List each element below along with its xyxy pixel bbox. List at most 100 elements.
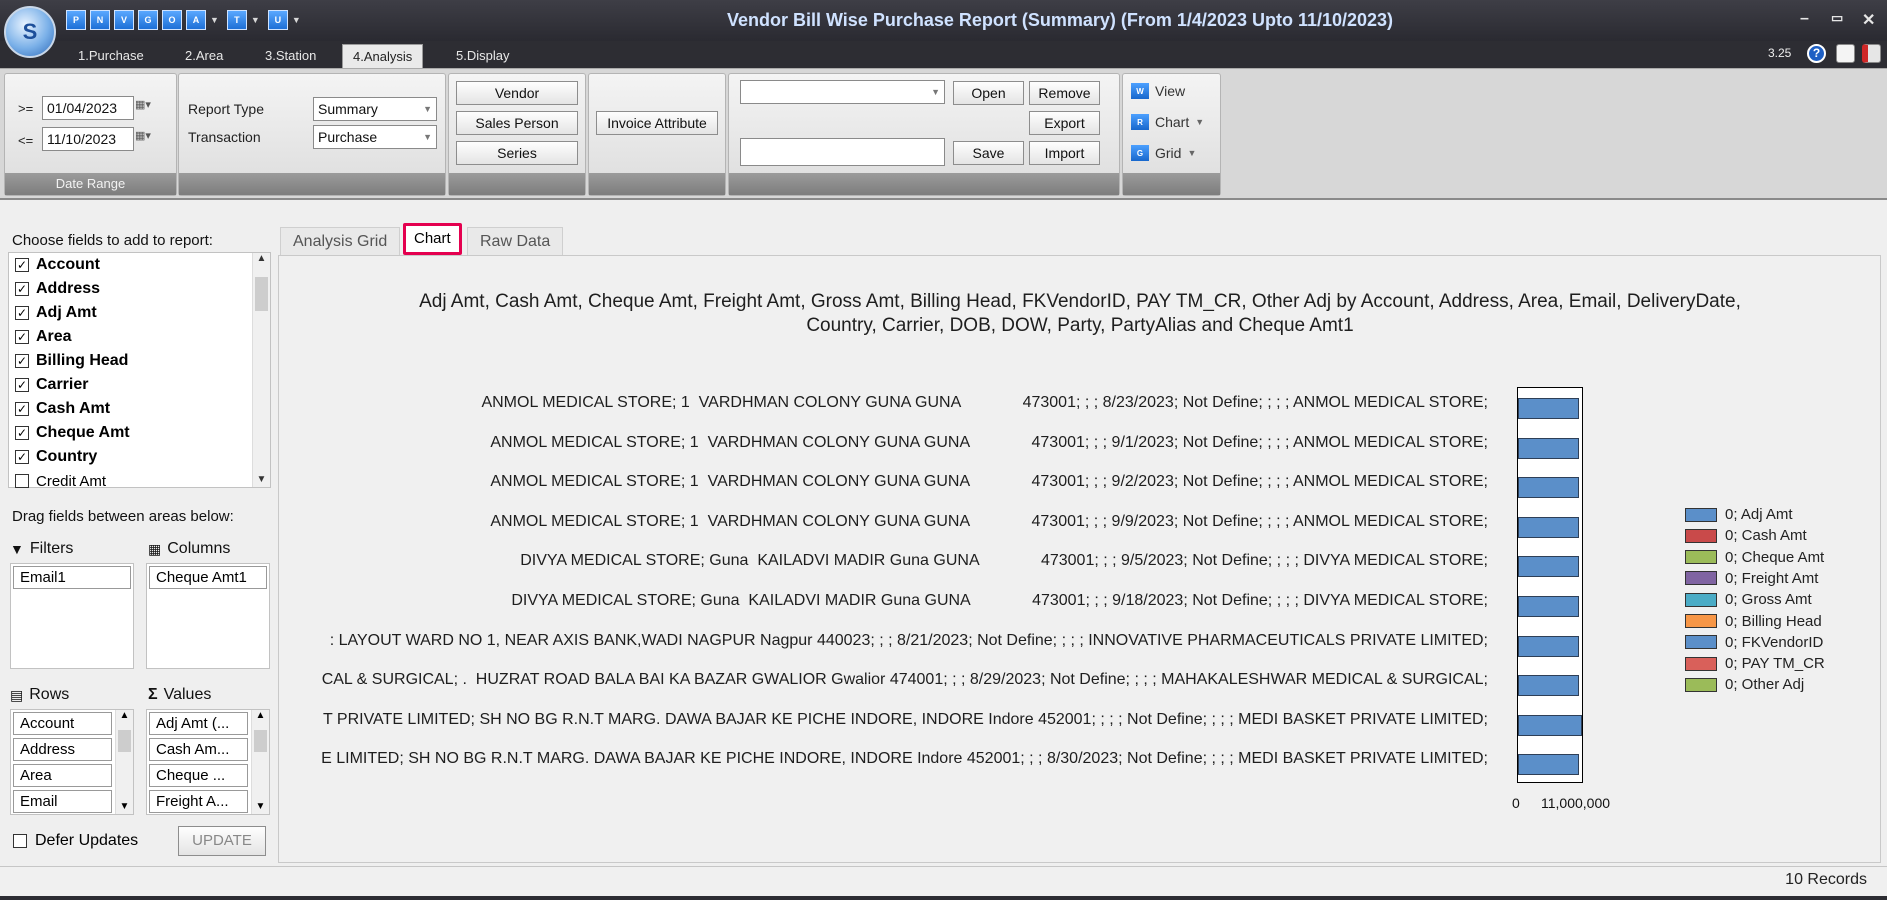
values-label: Values [163, 686, 212, 703]
checked-checkbox-icon[interactable]: ✓ [15, 258, 29, 272]
category-label: E LIMITED; SH NO BG R.N.T MARG. DAWA BAJ… [321, 750, 1488, 768]
row-chip[interactable]: Area [13, 764, 112, 787]
tab-area[interactable]: 2.Area [175, 44, 233, 68]
field-item[interactable]: ✓ Cash Amt [9, 397, 254, 421]
chevron-down-icon[interactable]: ▼ [253, 474, 270, 485]
chevron-down-icon[interactable]: ▼ [252, 801, 269, 812]
rows-scrollbar[interactable]: ▲ ▼ [115, 710, 133, 814]
remove-button[interactable]: Remove [1029, 81, 1100, 105]
quick-access-n-icon[interactable]: N [90, 10, 110, 30]
tab-analysis-grid[interactable]: Analysis Grid [280, 227, 401, 256]
checked-checkbox-icon[interactable]: ✓ [15, 306, 29, 320]
chevron-up-icon[interactable]: ▲ [116, 710, 133, 721]
invoice-attribute-button[interactable]: Invoice Attribute [596, 111, 718, 135]
checked-checkbox-icon[interactable]: ✓ [15, 282, 29, 296]
tab-chart[interactable]: Chart [403, 223, 462, 255]
open-button[interactable]: Open [953, 81, 1024, 105]
field-item[interactable]: ✓ Country [9, 445, 254, 469]
row-chip[interactable]: Account [13, 712, 112, 735]
defer-updates-checkbox[interactable]: Defer Updates [13, 832, 138, 850]
tab-station[interactable]: 3.Station [255, 44, 326, 68]
series-button[interactable]: Series [456, 141, 578, 165]
quick-access-p-icon[interactable]: P [66, 10, 86, 30]
document-icon[interactable] [1836, 44, 1855, 63]
scroll-thumb[interactable] [118, 730, 131, 752]
filters-area[interactable]: Email1 [10, 563, 134, 669]
chevron-down-icon[interactable]: ▼ [292, 15, 301, 25]
layout-select[interactable]: ▼ [740, 80, 945, 104]
checkbox-icon[interactable] [15, 474, 29, 488]
close-button[interactable]: ✕ [1862, 10, 1875, 30]
calendar-icon[interactable]: ▦▾ [135, 129, 161, 149]
checked-checkbox-icon[interactable]: ✓ [15, 378, 29, 392]
save-button[interactable]: Save [953, 141, 1024, 165]
column-chip[interactable]: Cheque Amt1 [149, 566, 267, 589]
checked-checkbox-icon[interactable]: ✓ [15, 354, 29, 368]
export-button[interactable]: Export [1029, 111, 1100, 135]
quick-access-g-icon[interactable]: G [138, 10, 158, 30]
chart-bar [1518, 398, 1580, 419]
checked-checkbox-icon[interactable]: ✓ [15, 426, 29, 440]
value-chip[interactable]: Adj Amt (... [149, 712, 248, 735]
field-item[interactable]: ✓ Billing Head [9, 349, 254, 373]
app-logo-icon[interactable]: S [4, 6, 56, 58]
pdf-icon[interactable] [1862, 44, 1881, 63]
sales-person-button[interactable]: Sales Person [456, 111, 578, 135]
vendor-button[interactable]: Vendor [456, 81, 578, 105]
update-button[interactable]: UPDATE [178, 826, 266, 856]
tab-analysis[interactable]: 4.Analysis [342, 44, 424, 68]
layout-name-input[interactable] [740, 138, 945, 166]
to-date-field[interactable]: 11/10/2023 [42, 127, 134, 151]
minimize-button[interactable]: – [1800, 10, 1809, 28]
field-item[interactable]: ✓ Adj Amt [9, 301, 254, 325]
grid-button[interactable]: G Grid ▼ [1131, 145, 1196, 161]
columns-area[interactable]: Cheque Amt1 [146, 563, 270, 669]
quick-access-t-icon[interactable]: T [226, 10, 247, 30]
import-button[interactable]: Import [1029, 141, 1100, 165]
tab-raw-data[interactable]: Raw Data [467, 227, 564, 256]
chevron-down-icon[interactable]: ▼ [251, 15, 260, 25]
grid-icon: G [1131, 145, 1149, 161]
values-scrollbar[interactable]: ▲ ▼ [251, 710, 269, 814]
value-chip[interactable]: Freight A... [149, 790, 248, 813]
transaction-select[interactable]: Purchase ▼ [313, 125, 437, 149]
view-button[interactable]: W View [1131, 83, 1185, 99]
chevron-down-icon[interactable]: ▼ [116, 801, 133, 812]
quick-access-a-icon[interactable]: A [186, 10, 206, 30]
field-item[interactable]: ✓ Account [9, 253, 254, 277]
checked-checkbox-icon[interactable]: ✓ [15, 450, 29, 464]
field-list-scrollbar[interactable]: ▲ ▼ [252, 253, 270, 487]
row-chip[interactable]: Email [13, 790, 112, 813]
calendar-icon[interactable]: ▦▾ [135, 98, 161, 118]
from-date-field[interactable]: 01/04/2023 [42, 96, 134, 120]
filter-chip[interactable]: Email1 [13, 566, 131, 589]
field-item[interactable]: ✓ Address [9, 277, 254, 301]
scroll-thumb[interactable] [255, 277, 268, 311]
field-list[interactable]: ✓ Account ✓ Address ✓ Adj Amt ✓ Area ✓ Billing He… [8, 252, 271, 490]
tab-purchase[interactable]: 1.Purchase [68, 44, 154, 68]
checked-checkbox-icon[interactable]: ✓ [15, 330, 29, 344]
chevron-up-icon[interactable]: ▲ [253, 253, 270, 264]
quick-access-u-icon[interactable]: U [267, 10, 288, 30]
restore-button[interactable]: ▭ [1831, 10, 1843, 26]
scroll-thumb[interactable] [254, 730, 267, 752]
checked-checkbox-icon[interactable]: ✓ [15, 402, 29, 416]
field-item[interactable]: ✓ Cheque Amt [9, 421, 254, 445]
field-item[interactable]: Credit Amt [9, 469, 254, 493]
chevron-up-icon[interactable]: ▲ [252, 710, 269, 721]
filters-label: Filters [29, 540, 74, 557]
chevron-down-icon[interactable]: ▼ [210, 15, 219, 25]
quick-access-o-icon[interactable]: O [162, 10, 182, 30]
rows-area[interactable]: Account Address Area Email ▲ ▼ [10, 709, 134, 815]
values-area[interactable]: Adj Amt (... Cash Am... Cheque ... Freig… [146, 709, 270, 815]
tab-display[interactable]: 5.Display [446, 44, 519, 68]
field-item[interactable]: ✓ Carrier [9, 373, 254, 397]
field-item[interactable]: ✓ Area [9, 325, 254, 349]
chart-button[interactable]: R Chart ▼ [1131, 114, 1204, 130]
row-chip[interactable]: Address [13, 738, 112, 761]
quick-access-v-icon[interactable]: V [114, 10, 134, 30]
report-type-select[interactable]: Summary ▼ [313, 97, 437, 121]
value-chip[interactable]: Cash Am... [149, 738, 248, 761]
value-chip[interactable]: Cheque ... [149, 764, 248, 787]
help-icon[interactable]: ? [1807, 44, 1826, 63]
